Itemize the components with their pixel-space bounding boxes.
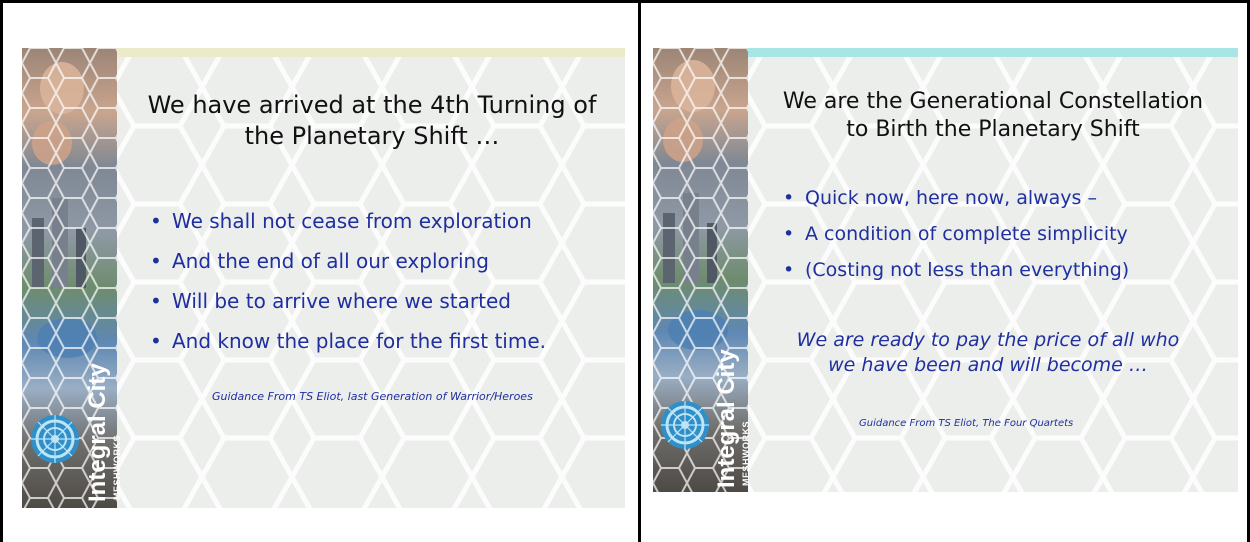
top-color-band <box>117 48 625 57</box>
slide-1: Integral City MESHWORKS We have arrived … <box>22 48 625 508</box>
bullet-item: And know the place for the first time. <box>150 321 546 361</box>
frame-border-left <box>0 0 3 542</box>
bullet-item: Will be to arrive where we started <box>150 281 546 321</box>
bullet-item: Quick now, here now, always – <box>783 180 1129 216</box>
bullet-item: And the end of all our exploring <box>150 241 546 281</box>
quote-line: we have been and will become … <box>828 353 1148 376</box>
title-line: We are the Generational Constellation <box>782 89 1204 114</box>
brand-wordmark: Integral City MESHWORKS <box>713 349 751 488</box>
closing-quote: We are ready to pay the price of all who… <box>763 328 1213 377</box>
title-line: We have arrived at the 4th Turning of <box>147 91 597 119</box>
brand-subtitle: MESHWORKS <box>741 421 751 486</box>
brand-name: Integral City <box>84 363 111 502</box>
brand-subtitle: MESHWORKS <box>112 435 122 500</box>
brand-name: Integral City <box>713 349 740 488</box>
integral-city-logo-icon <box>31 415 79 463</box>
attribution-note: Guidance From TS Eliot, The Four Quartet… <box>859 418 1074 429</box>
bullet-list: We shall not cease from exploration And … <box>150 201 546 361</box>
integral-city-logo-icon <box>661 401 709 449</box>
bullet-item: (Costing not less than everything) <box>783 252 1129 288</box>
quote-line: We are ready to pay the price of all who <box>796 329 1180 351</box>
bullet-item: We shall not cease from exploration <box>150 201 546 241</box>
attribution-note: Guidance From TS Eliot, last Generation … <box>212 390 533 403</box>
top-color-band <box>748 48 1238 57</box>
frame-divider <box>638 0 641 542</box>
bullet-list: Quick now, here now, always – A conditio… <box>783 180 1129 288</box>
slide-title: We have arrived at the 4th Turning of th… <box>132 90 612 151</box>
frame-border-top <box>0 0 1250 3</box>
slide-2: Integral City MESHWORKS We are the Gener… <box>653 48 1238 492</box>
slide-title: We are the Generational Constellation to… <box>753 88 1233 144</box>
title-line: to Birth the Planetary Shift <box>846 117 1140 143</box>
title-line: the Planetary Shift … <box>244 121 500 150</box>
brand-wordmark: Integral City MESHWORKS <box>84 363 122 502</box>
bullet-item: A condition of complete simplicity <box>783 216 1129 252</box>
